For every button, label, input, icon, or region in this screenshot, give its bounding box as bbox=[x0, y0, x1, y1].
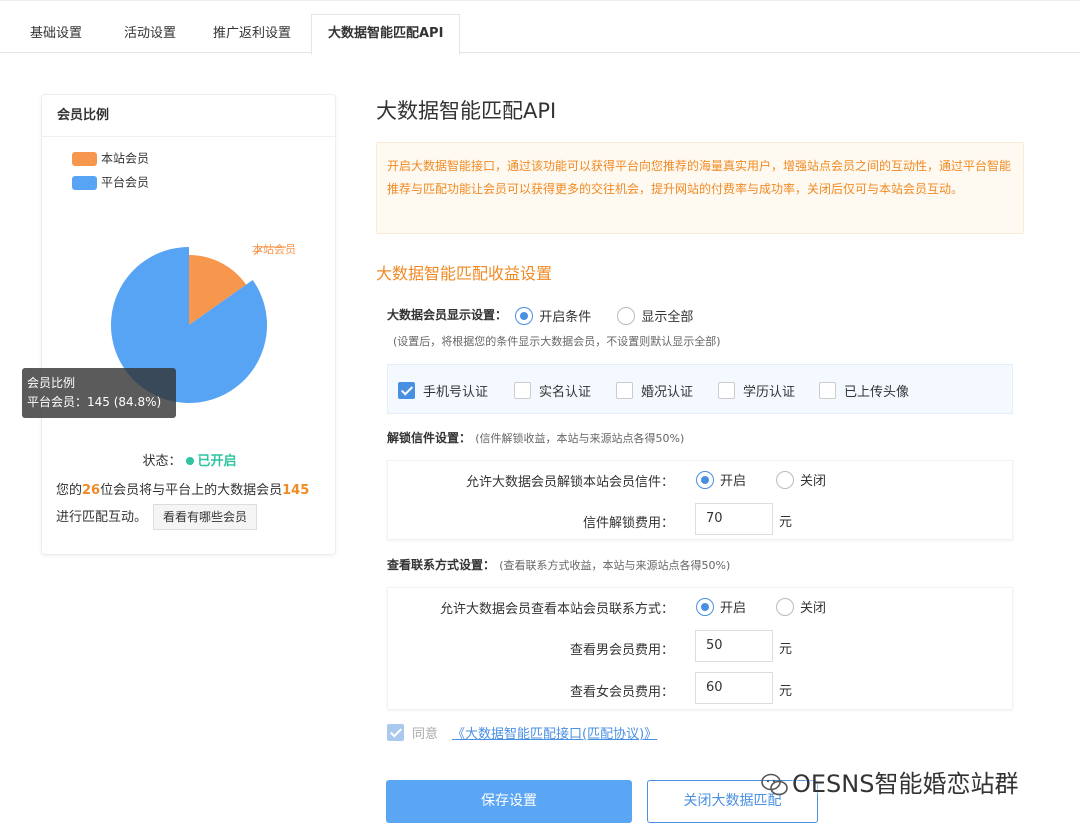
status-value: 已开启 bbox=[197, 454, 237, 469]
save-button[interactable]: 保存设置 bbox=[386, 780, 632, 823]
unlock-fee-input[interactable]: 70 bbox=[695, 503, 773, 535]
contact-setting-note: (查看联系方式收益，本站与来源站点各得50%) bbox=[499, 559, 731, 572]
view-members-button[interactable]: 看看有哪些会员 bbox=[153, 504, 258, 530]
unlock-allow-label: 允许大数据会员解锁本站会员信件： bbox=[465, 475, 674, 490]
tab-bigdata-api[interactable]: 大数据智能匹配API bbox=[311, 14, 461, 55]
unlock-radio-off-icon bbox=[776, 470, 794, 489]
info-suffix: 进行匹配互动。 bbox=[56, 510, 148, 525]
section-title: 大数据智能匹配收益设置 bbox=[376, 264, 553, 283]
tab-promotion-settings[interactable]: 推广返利设置 bbox=[197, 15, 307, 54]
watermark-text: OESNS智能婚恋站群 bbox=[792, 770, 1019, 798]
status-row: 状态： 已开启 bbox=[42, 450, 337, 469]
notice-box: 开启大数据智能接口，通过该功能可以获得平台向您推荐的海量真实用户，增强站点会员之… bbox=[376, 142, 1024, 234]
male-fee-unit: 元 bbox=[779, 642, 793, 657]
unlock-radio-on-icon bbox=[696, 470, 714, 489]
checkbox-marital[interactable]: 婚况认证 bbox=[616, 381, 693, 400]
radio-condition[interactable]: 开启条件 bbox=[515, 306, 592, 325]
tooltip-title: 会员比例 bbox=[27, 376, 76, 390]
agreement-row: 同意 《大数据智能匹配接口(匹配协议)》 bbox=[387, 723, 657, 742]
contact-radio-off-label: 关闭 bbox=[800, 601, 827, 616]
display-setting-row: 大数据会员显示设置： 开启条件 显示全部 bbox=[387, 306, 693, 325]
contact-radio-on-label: 开启 bbox=[720, 601, 747, 616]
unlock-fee-label: 信件解锁费用： bbox=[582, 516, 674, 531]
checkbox-realname-label: 实名认证 bbox=[539, 385, 592, 400]
unlock-fee-unit: 元 bbox=[779, 515, 793, 530]
radio-show-all-icon bbox=[617, 306, 636, 325]
checkbox-phone-label: 手机号认证 bbox=[423, 385, 489, 400]
unlock-radio-on-label: 开启 bbox=[720, 474, 747, 489]
info-line-2: 进行匹配互动。 看看有哪些会员 bbox=[56, 504, 258, 530]
agree-label: 同意 bbox=[412, 727, 439, 742]
tooltip-value: 平台会员：145 (84.8%) bbox=[27, 395, 162, 409]
tab-basic-settings[interactable]: 基础设置 bbox=[14, 15, 98, 54]
checkbox-avatar-icon bbox=[819, 382, 836, 399]
contact-allow-label: 允许大数据会员查看本站会员联系方式： bbox=[439, 602, 674, 617]
wechat-icon bbox=[761, 773, 788, 796]
female-fee-input[interactable]: 60 bbox=[695, 672, 773, 704]
local-count: 26 bbox=[82, 483, 101, 498]
member-ratio-card: 会员比例 本站会员 平台会员 本站会员 会员比例 平台会员：145 (84.8%… bbox=[22, 94, 337, 555]
platform-count: 145 bbox=[282, 483, 310, 498]
checkbox-marital-icon bbox=[616, 382, 633, 399]
contact-setting-label: 查看联系方式设置： bbox=[387, 558, 496, 572]
display-setting-label: 大数据会员显示设置： bbox=[387, 308, 508, 322]
agreement-link[interactable]: 《大数据智能匹配接口(匹配协议)》 bbox=[452, 727, 657, 742]
checkbox-avatar-label: 已上传头像 bbox=[844, 385, 910, 400]
display-hint: (设置后，将根据您的条件显示大数据会员，不设置则默认显示全部) bbox=[393, 335, 721, 348]
checkbox-realname[interactable]: 实名认证 bbox=[514, 381, 591, 400]
checkbox-phone-icon bbox=[398, 382, 415, 399]
unlock-setting-note: (信件解锁收益，本站与来源站点各得50%) bbox=[475, 432, 685, 445]
checkbox-realname-icon bbox=[514, 382, 531, 399]
info-line-1: 您的26位会员将与平台上的大数据会员145 bbox=[56, 479, 309, 498]
unlock-radio-off[interactable]: 关闭 bbox=[776, 470, 826, 489]
info-mid: 位会员将与平台上的大数据会员 bbox=[100, 483, 283, 498]
checkbox-avatar[interactable]: 已上传头像 bbox=[819, 381, 909, 400]
radio-condition-icon bbox=[515, 306, 534, 325]
radio-condition-label: 开启条件 bbox=[539, 310, 592, 325]
page-title: 大数据智能匹配API bbox=[376, 99, 557, 123]
unlock-panel: 允许大数据会员解锁本站会员信件： 开启 关闭 信件解锁费用： 70 元 bbox=[387, 460, 1013, 540]
condition-checkbox-group: 手机号认证 实名认证 婚况认证 学历认证 已上传头像 bbox=[387, 364, 1013, 414]
slice-label: 本站会员 bbox=[252, 242, 296, 256]
unlock-radio-off-label: 关闭 bbox=[800, 474, 827, 489]
contact-radio-off-icon bbox=[776, 597, 794, 616]
checkbox-marital-label: 婚况认证 bbox=[641, 385, 694, 400]
radio-show-all-label: 显示全部 bbox=[641, 310, 694, 325]
tab-bar: 基础设置 活动设置 推广返利设置 大数据智能匹配API bbox=[0, 0, 1080, 55]
contact-radio-on[interactable]: 开启 bbox=[696, 597, 746, 616]
female-fee-unit: 元 bbox=[779, 684, 793, 699]
tab-activity-settings[interactable]: 活动设置 bbox=[108, 15, 192, 54]
contact-radio-on-icon bbox=[696, 597, 714, 616]
contact-setting-row: 查看联系方式设置： (查看联系方式收益，本站与来源站点各得50%) bbox=[387, 556, 730, 573]
agree-checkbox[interactable] bbox=[387, 724, 404, 741]
unlock-setting-row: 解锁信件设置： (信件解锁收益，本站与来源站点各得50%) bbox=[387, 429, 684, 446]
status-dot-icon bbox=[185, 457, 194, 465]
status-label: 状态： bbox=[142, 454, 182, 469]
female-fee-label: 查看女会员费用： bbox=[569, 685, 674, 700]
male-fee-input[interactable]: 50 bbox=[695, 630, 773, 662]
chart-tooltip: 会员比例 平台会员：145 (84.8%) bbox=[22, 368, 176, 418]
male-fee-label: 查看男会员费用： bbox=[569, 643, 674, 658]
contact-panel: 允许大数据会员查看本站会员联系方式： 开启 关闭 查看男会员费用： 50 元 查… bbox=[387, 587, 1013, 710]
checkbox-education[interactable]: 学历认证 bbox=[718, 381, 795, 400]
unlock-setting-label: 解锁信件设置： bbox=[387, 431, 472, 445]
contact-radio-off[interactable]: 关闭 bbox=[776, 597, 826, 616]
watermark: OESNS智能婚恋站群 bbox=[760, 764, 1018, 799]
radio-show-all[interactable]: 显示全部 bbox=[617, 306, 694, 325]
unlock-radio-on[interactable]: 开启 bbox=[696, 470, 746, 489]
checkbox-education-icon bbox=[718, 382, 735, 399]
checkbox-education-label: 学历认证 bbox=[743, 385, 796, 400]
checkbox-phone[interactable]: 手机号认证 bbox=[398, 381, 488, 400]
info-prefix: 您的 bbox=[56, 483, 83, 498]
